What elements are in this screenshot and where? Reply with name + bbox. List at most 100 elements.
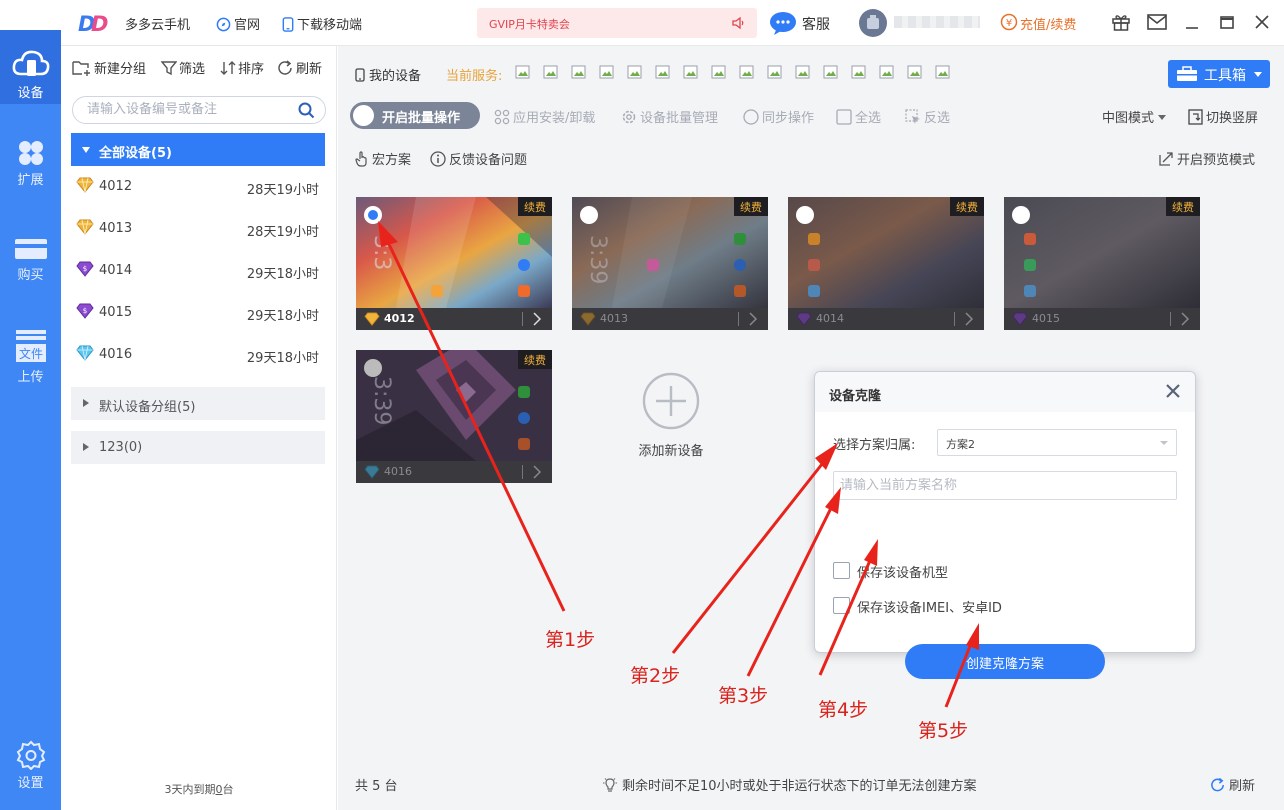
select-radio[interactable] — [364, 206, 382, 224]
device-card-4012[interactable]: 3:3 续费 4012 — [356, 197, 552, 330]
sync-operation-button[interactable]: 同步操作 — [743, 107, 814, 126]
add-device-label: 添加新设备 — [638, 444, 704, 459]
promo-banner[interactable]: GVIP月卡特卖会 — [477, 8, 757, 38]
checkbox-box[interactable] — [833, 562, 850, 579]
recharge-link[interactable]: 充值/续费 — [1020, 14, 1076, 33]
device-list-item[interactable]: 4013 28天19小时 — [71, 218, 325, 242]
cyan-gem-icon — [364, 465, 380, 479]
device-list-item[interactable]: $ 4014 29天18小时 — [71, 260, 325, 284]
select-radio[interactable] — [796, 206, 814, 224]
nav-label-settings: 设置 — [17, 776, 44, 791]
renew-badge[interactable]: 续费 — [950, 197, 984, 216]
renew-badge[interactable]: 续费 — [518, 197, 552, 216]
macro-plan-button[interactable]: 宏方案 — [355, 149, 411, 168]
device-card-4015[interactable]: 续费 4015 — [1004, 197, 1200, 330]
device-card-4016[interactable]: 3:39 续费 4016 — [356, 350, 552, 483]
chevron-right-icon[interactable] — [532, 465, 542, 479]
invert-select-button[interactable]: 反选 — [905, 107, 950, 126]
download-mobile-link[interactable]: 下载移动端 — [282, 14, 362, 33]
toolbox-button[interactable]: 工具箱 — [1168, 60, 1270, 88]
gift-icon[interactable] — [1111, 12, 1131, 32]
broken-image-icon — [907, 65, 922, 79]
device-list-item[interactable]: 4016 29天18小时 — [71, 344, 325, 368]
chevron-right-icon[interactable] — [748, 312, 758, 326]
broken-image-icon — [767, 65, 782, 79]
plan-owner-select[interactable]: 方案2 — [937, 429, 1177, 456]
select-radio[interactable] — [580, 206, 598, 224]
device-list-item[interactable]: $ 4015 29天18小时 — [71, 302, 325, 326]
expiry-count[interactable]: 0 — [216, 783, 223, 796]
chevron-right-icon[interactable] — [964, 312, 974, 326]
nav-label-upload: 上传 — [17, 370, 44, 385]
view-mode-select[interactable]: 中图模式 — [1102, 107, 1167, 126]
group-default[interactable]: 默认设备分组(5) — [71, 387, 325, 420]
minimize-icon[interactable] — [1184, 12, 1200, 32]
device-card-4014[interactable]: 续费 4014 — [788, 197, 984, 330]
app-icon — [734, 259, 746, 271]
app-icon — [518, 233, 530, 245]
renew-badge[interactable]: 续费 — [1166, 197, 1200, 216]
chevron-right-icon[interactable] — [1180, 312, 1190, 326]
app-name: 多多云手机 — [125, 18, 191, 33]
purple-gem-icon: $ — [76, 261, 94, 277]
nav-item-purchase[interactable]: 购买 — [0, 236, 61, 283]
avatar[interactable] — [859, 9, 887, 37]
refresh-icon — [278, 60, 292, 75]
toolbox-icon — [1177, 66, 1197, 81]
left-nav: 设备 扩展 购买 文件 上传 设置 — [0, 30, 61, 810]
new-group-button[interactable]: 新建分组 — [72, 58, 146, 77]
device-count: 共 5 台 — [355, 779, 398, 794]
file-icon: 文件 — [15, 330, 46, 362]
broken-image-icon — [543, 65, 558, 79]
mail-icon[interactable] — [1146, 12, 1168, 32]
chevron-down-icon — [1160, 441, 1168, 445]
svg-text:$: $ — [83, 307, 87, 315]
group-123[interactable]: 123(0) — [71, 431, 325, 464]
app-icon — [734, 285, 746, 297]
card-device-id: 4012 — [384, 312, 415, 325]
username-blurred — [894, 16, 980, 28]
sort-button[interactable]: 排序 — [220, 58, 264, 77]
renew-badge[interactable]: 续费 — [734, 197, 768, 216]
close-icon[interactable] — [1254, 12, 1270, 32]
device-search-input[interactable] — [87, 102, 287, 117]
close-icon[interactable] — [1165, 383, 1181, 399]
device-list-item[interactable]: 4012 28天19小时 — [71, 176, 325, 200]
official-site-link[interactable]: 官网 — [216, 14, 260, 33]
select-radio[interactable] — [1012, 206, 1030, 224]
batch-manage-button[interactable]: 设备批量管理 — [621, 107, 718, 126]
select-radio[interactable] — [364, 359, 382, 377]
refresh-button[interactable]: 刷新 — [277, 58, 322, 77]
broken-image-icon — [571, 65, 586, 79]
device-card-4013[interactable]: 3:39 续费 4013 — [572, 197, 768, 330]
compass-icon — [216, 17, 231, 32]
nav-item-devices[interactable]: 设备 — [0, 30, 61, 104]
card-device-id: 4014 — [816, 312, 844, 325]
step-3-label: 第3步 — [718, 685, 769, 707]
nav-item-extensions[interactable]: 扩展 — [0, 139, 61, 188]
speaker-icon — [732, 16, 744, 30]
batch-operation-toggle[interactable]: 开启批量操作 — [350, 102, 480, 129]
customer-service-icon[interactable] — [768, 10, 798, 36]
toggle-knob — [353, 105, 374, 126]
plan-name-input[interactable] — [840, 478, 1160, 493]
switch-orientation-button[interactable]: 切换竖屏 — [1188, 107, 1258, 126]
checkbox-box[interactable] — [833, 597, 850, 614]
add-device-button[interactable]: 添加新设备 — [636, 372, 706, 459]
app-install-uninstall-button[interactable]: 应用安装/卸载 — [494, 107, 595, 126]
maximize-icon[interactable] — [1219, 12, 1235, 32]
search-icon[interactable] — [298, 102, 315, 119]
create-clone-plan-button[interactable]: 创建克隆方案 — [905, 644, 1105, 679]
feedback-button[interactable]: 反馈设备问题 — [430, 149, 527, 168]
footer-refresh-button[interactable]: 刷新 — [1210, 775, 1255, 794]
renew-badge[interactable]: 续费 — [518, 350, 552, 369]
nav-item-settings[interactable]: 设置 — [0, 740, 61, 791]
app-icon — [518, 285, 530, 297]
group-all-devices[interactable]: 全部设备(5) — [71, 133, 325, 166]
chevron-right-icon[interactable] — [532, 312, 542, 326]
select-all-checkbox[interactable]: 全选 — [836, 107, 881, 126]
customer-service-label[interactable]: 客服 — [802, 14, 830, 34]
nav-item-file-upload[interactable]: 文件 上传 — [0, 328, 61, 385]
filter-button[interactable]: 筛选 — [160, 58, 205, 77]
preview-mode-button[interactable]: 开启预览模式 — [1158, 149, 1255, 168]
